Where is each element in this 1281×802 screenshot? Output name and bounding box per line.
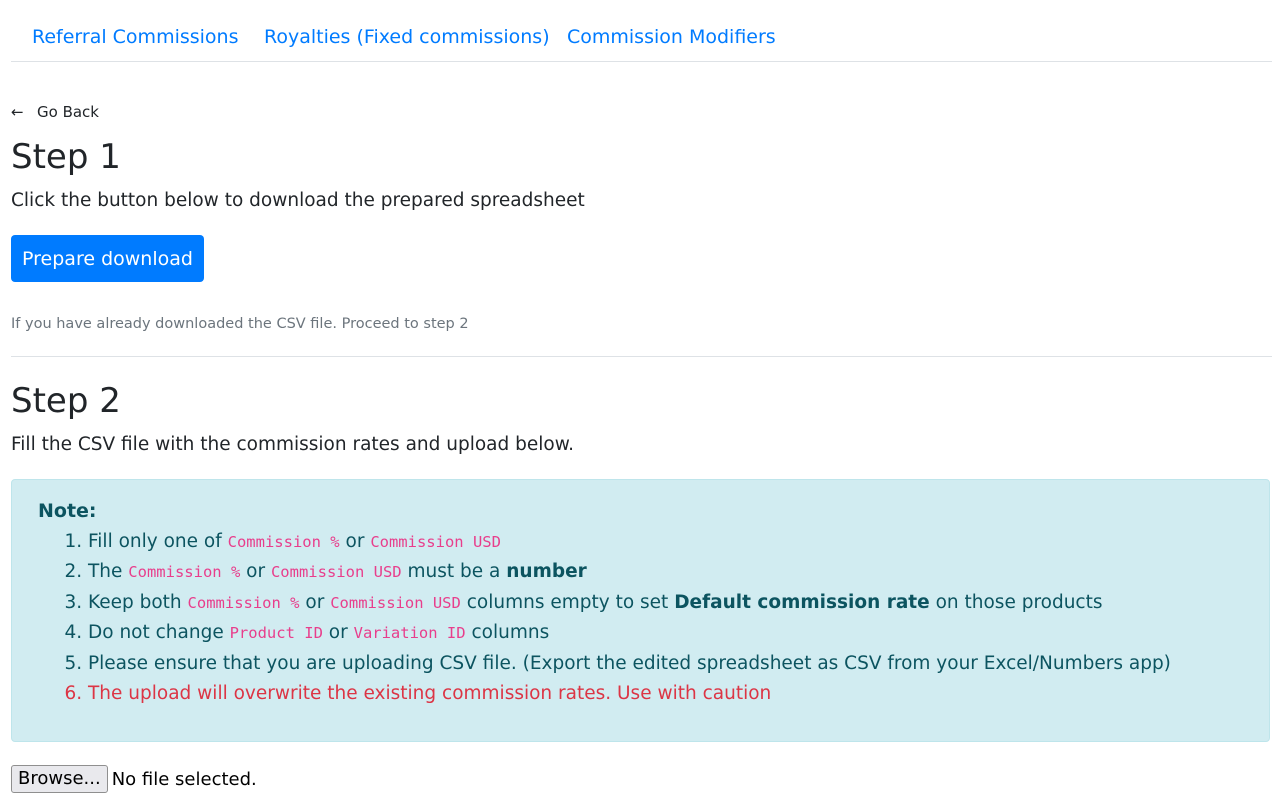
note-item-warning: The upload will overwrite the existing c… [88, 679, 1171, 709]
arrow-left-icon: ← [11, 103, 24, 121]
note-item: Fill only one of Commission % or Commiss… [88, 527, 1171, 557]
browse-button[interactable]: Browse... [11, 765, 108, 793]
note-list: Fill only one of Commission % or Commiss… [32, 527, 1171, 709]
code-commission-percent: Commission % [227, 533, 340, 551]
page: Referral Commissions Royalties (Fixed co… [0, 0, 1281, 802]
code-variation-id: Variation ID [353, 624, 466, 643]
go-back-label: Go Back [37, 103, 99, 121]
step-1-heading: Step 1 [11, 137, 121, 177]
code-commission-usd: Commission USD [330, 593, 461, 612]
tab-referral-commissions[interactable]: Referral Commissions [32, 26, 239, 48]
file-status: No file selected. [111, 768, 257, 790]
code-commission-percent: Commission % [187, 593, 300, 612]
tab-commission-modifiers[interactable]: Commission Modifiers [567, 26, 776, 48]
step-1-hint: If you have already downloaded the CSV f… [11, 316, 469, 332]
tab-royalties[interactable]: Royalties (Fixed commissions) [264, 26, 550, 48]
note-title: Note: [38, 500, 97, 522]
code-commission-percent: Commission % [128, 563, 241, 582]
note-item: Do not change Product ID or Variation ID… [88, 618, 1171, 648]
note-strong: number [506, 561, 587, 583]
go-back-link[interactable]: ← Go Back [11, 103, 99, 121]
nav-tabs: Referral Commissions Royalties (Fixed co… [11, 0, 1272, 62]
code-commission-usd: Commission USD [270, 563, 402, 582]
divider [11, 356, 1272, 357]
code-product-id: Product ID [229, 624, 323, 643]
note-strong: Default commission rate [674, 591, 930, 613]
step-2-text: Fill the CSV file with the commission ra… [11, 434, 575, 455]
note-item: Please ensure that you are uploading CSV… [88, 649, 1171, 679]
file-input[interactable]: Browse... No file selected. [11, 765, 257, 793]
note-item: Keep both Commission % or Commission USD… [88, 588, 1171, 618]
code-commission-usd: Commission USD [370, 533, 501, 551]
prepare-download-button[interactable]: Prepare download [11, 235, 204, 282]
step-2-heading: Step 2 [11, 381, 121, 421]
note-alert: Note: Fill only one of Commission % or C… [11, 479, 1270, 742]
note-item: The Commission % or Commission USD must … [88, 557, 1171, 587]
step-1-text: Click the button below to download the p… [11, 190, 585, 211]
